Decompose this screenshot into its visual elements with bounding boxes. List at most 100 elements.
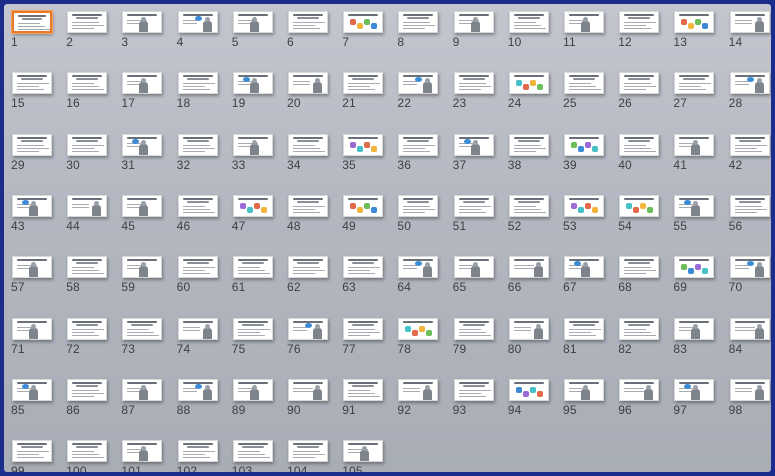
slide-thumbnail[interactable] xyxy=(288,440,328,463)
slide-thumbnail[interactable] xyxy=(729,256,770,279)
slide-thumbnail[interactable] xyxy=(453,378,494,401)
slide-thumbnail[interactable] xyxy=(508,11,549,33)
slide-cell[interactable]: 11 xyxy=(561,8,615,68)
slide-cell[interactable]: 80 xyxy=(506,315,560,375)
slide-cell[interactable]: 29 xyxy=(9,131,63,191)
slide-thumbnail[interactable] xyxy=(564,133,604,156)
slide-thumbnail[interactable] xyxy=(288,72,328,95)
slide-cell[interactable]: 55 xyxy=(671,192,725,252)
slide-cell[interactable]: 91 xyxy=(340,376,394,436)
slide-thumbnail[interactable] xyxy=(674,194,715,217)
slide-cell[interactable]: 32 xyxy=(175,131,229,191)
slide-thumbnail[interactable] xyxy=(564,317,604,340)
slide-cell[interactable]: 64 xyxy=(395,253,449,313)
slide-cell[interactable]: 56 xyxy=(727,192,771,252)
slide-thumbnail[interactable] xyxy=(453,72,494,95)
slide-thumbnail[interactable] xyxy=(12,378,52,401)
slide-thumbnail[interactable] xyxy=(453,133,494,156)
slide-cell[interactable]: 3 xyxy=(119,8,173,68)
slide-cell[interactable]: 5 xyxy=(230,8,284,68)
slide-cell[interactable]: 33 xyxy=(230,131,284,191)
slide-thumbnail[interactable] xyxy=(12,72,52,95)
slide-cell[interactable]: 23 xyxy=(451,69,505,129)
slide-cell[interactable]: 97 xyxy=(671,376,725,436)
slide-cell[interactable]: 77 xyxy=(340,315,394,375)
slide-cell[interactable]: 89 xyxy=(230,376,284,436)
slide-cell[interactable]: 61 xyxy=(230,253,284,313)
slide-cell[interactable]: 22 xyxy=(395,69,449,129)
slide-thumbnail[interactable] xyxy=(564,11,604,33)
slide-thumbnail[interactable] xyxy=(398,194,439,217)
slide-cell[interactable]: 99 xyxy=(9,437,63,472)
slide-thumbnail[interactable] xyxy=(729,378,770,401)
slide-cell[interactable]: 84 xyxy=(727,315,771,375)
slide-thumbnail[interactable] xyxy=(453,256,494,279)
slide-cell[interactable]: 21 xyxy=(340,69,394,129)
slide-cell[interactable]: 72 xyxy=(64,315,118,375)
slide-thumbnail[interactable] xyxy=(564,378,604,401)
slide-cell[interactable]: 18 xyxy=(175,69,229,129)
slide-cell[interactable]: 95 xyxy=(561,376,615,436)
slide-thumbnail[interactable] xyxy=(729,133,770,156)
slide-thumbnail[interactable] xyxy=(729,72,770,95)
slide-cell[interactable]: 53 xyxy=(561,192,615,252)
slide-cell[interactable]: 19 xyxy=(230,69,284,129)
slide-thumbnail[interactable] xyxy=(508,194,549,217)
slide-cell[interactable]: 58 xyxy=(64,253,118,313)
slide-cell[interactable]: 88 xyxy=(175,376,229,436)
slide-thumbnail[interactable] xyxy=(343,11,384,33)
slide-thumbnail[interactable] xyxy=(288,256,328,279)
slide-cell[interactable]: 57 xyxy=(9,253,63,313)
slide-thumbnail[interactable] xyxy=(508,378,549,401)
slide-thumbnail[interactable] xyxy=(729,194,770,217)
slide-thumbnail[interactable] xyxy=(564,72,604,95)
slide-cell[interactable]: 13 xyxy=(671,8,725,68)
slide-cell[interactable]: 92 xyxy=(395,376,449,436)
slide-thumbnail[interactable] xyxy=(177,440,218,463)
slide-thumbnail[interactable] xyxy=(619,378,660,401)
slide-thumbnail[interactable] xyxy=(232,72,273,95)
slide-cell[interactable]: 86 xyxy=(64,376,118,436)
slide-thumbnail[interactable] xyxy=(12,194,52,217)
slide-thumbnail[interactable] xyxy=(508,72,549,95)
slide-cell[interactable]: 46 xyxy=(175,192,229,252)
slide-cell[interactable]: 71 xyxy=(9,315,63,375)
slide-cell[interactable]: 41 xyxy=(671,131,725,191)
slide-thumbnail[interactable] xyxy=(232,194,273,217)
slide-thumbnail[interactable] xyxy=(12,11,52,33)
slide-cell[interactable]: 104 xyxy=(285,437,339,472)
slide-thumbnail[interactable] xyxy=(67,11,108,33)
slide-thumbnail[interactable] xyxy=(232,317,273,340)
slide-thumbnail[interactable] xyxy=(67,378,108,401)
slide-thumbnail[interactable] xyxy=(122,440,163,463)
slide-thumbnail[interactable] xyxy=(619,133,660,156)
slide-thumbnail[interactable] xyxy=(232,256,273,279)
slide-cell[interactable]: 96 xyxy=(616,376,670,436)
slide-cell[interactable]: 9 xyxy=(451,8,505,68)
slide-cell[interactable]: 90 xyxy=(285,376,339,436)
slide-cell[interactable]: 16 xyxy=(64,69,118,129)
slide-cell[interactable]: 83 xyxy=(671,315,725,375)
slide-thumbnail[interactable] xyxy=(564,256,604,279)
slide-cell[interactable]: 37 xyxy=(451,131,505,191)
slide-thumbnail[interactable] xyxy=(398,133,439,156)
slide-thumbnail[interactable] xyxy=(674,256,715,279)
slide-thumbnail[interactable] xyxy=(177,378,218,401)
slide-cell[interactable]: 27 xyxy=(671,69,725,129)
slide-cell[interactable]: 100 xyxy=(64,437,118,472)
slide-cell[interactable]: 74 xyxy=(175,315,229,375)
slide-thumbnail[interactable] xyxy=(288,378,328,401)
slide-thumbnail[interactable] xyxy=(674,72,715,95)
slide-cell[interactable]: 20 xyxy=(285,69,339,129)
slide-cell[interactable]: 81 xyxy=(561,315,615,375)
slide-thumbnail[interactable] xyxy=(619,317,660,340)
slide-thumbnail[interactable] xyxy=(122,378,163,401)
slide-cell[interactable]: 40 xyxy=(616,131,670,191)
slide-thumbnail[interactable] xyxy=(122,11,163,33)
slide-cell[interactable]: 79 xyxy=(451,315,505,375)
slide-thumbnail[interactable] xyxy=(564,194,604,217)
slide-thumbnail[interactable] xyxy=(288,317,328,340)
slide-cell[interactable]: 94 xyxy=(506,376,560,436)
slide-cell[interactable]: 24 xyxy=(506,69,560,129)
slide-cell[interactable]: 17 xyxy=(119,69,173,129)
